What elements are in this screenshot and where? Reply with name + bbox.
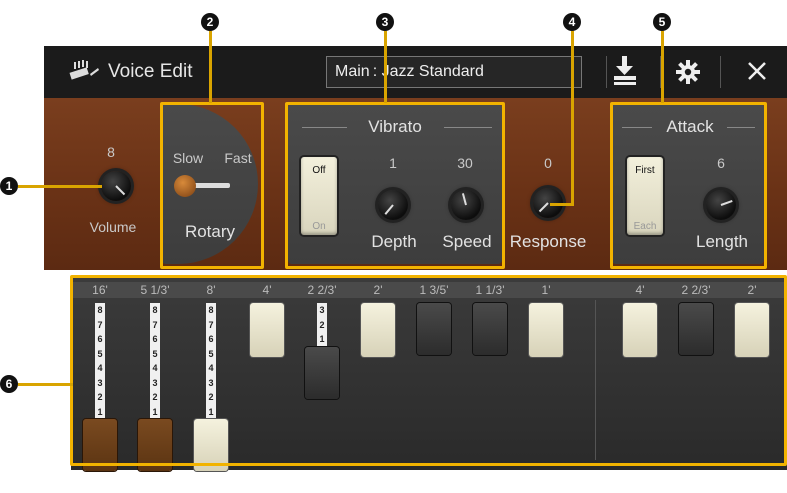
organ-icon bbox=[68, 60, 100, 87]
voice-selector[interactable]: Main: Jazz Standard bbox=[326, 56, 582, 88]
highlight-drawbars bbox=[70, 275, 787, 466]
response-value: 0 bbox=[544, 155, 552, 171]
divider bbox=[720, 56, 721, 88]
callout-line-3 bbox=[384, 31, 387, 103]
callout-4: 4 bbox=[563, 13, 581, 31]
callout-line-6 bbox=[18, 383, 73, 386]
title-bar: Voice Edit Main: Jazz Standard bbox=[44, 46, 787, 98]
close-icon[interactable] bbox=[746, 60, 768, 87]
voice-name: : Jazz Standard bbox=[372, 63, 484, 80]
highlight-vibrato bbox=[285, 102, 505, 269]
callout-line-1 bbox=[18, 185, 102, 188]
window-title: Voice Edit bbox=[108, 61, 193, 82]
callout-6: 6 bbox=[0, 375, 18, 393]
callout-1: 1 bbox=[0, 177, 18, 195]
callout-2: 2 bbox=[201, 13, 219, 31]
callout-line-5 bbox=[661, 31, 664, 103]
callout-line-2 bbox=[209, 31, 212, 103]
callout-line-4-tip bbox=[550, 203, 574, 206]
save-icon[interactable] bbox=[610, 54, 640, 93]
callout-3: 3 bbox=[376, 13, 394, 31]
highlight-rotary bbox=[160, 102, 264, 269]
volume-value: 8 bbox=[107, 144, 115, 160]
highlight-attack bbox=[610, 102, 767, 269]
volume-label: Volume bbox=[89, 219, 137, 235]
voice-part-label: Main bbox=[335, 63, 370, 80]
volume-knob[interactable] bbox=[101, 171, 131, 201]
response-label: Response bbox=[509, 232, 587, 251]
callout-line-4 bbox=[571, 31, 574, 206]
callout-5: 5 bbox=[653, 13, 671, 31]
divider bbox=[606, 56, 607, 88]
gear-icon[interactable] bbox=[676, 60, 700, 89]
